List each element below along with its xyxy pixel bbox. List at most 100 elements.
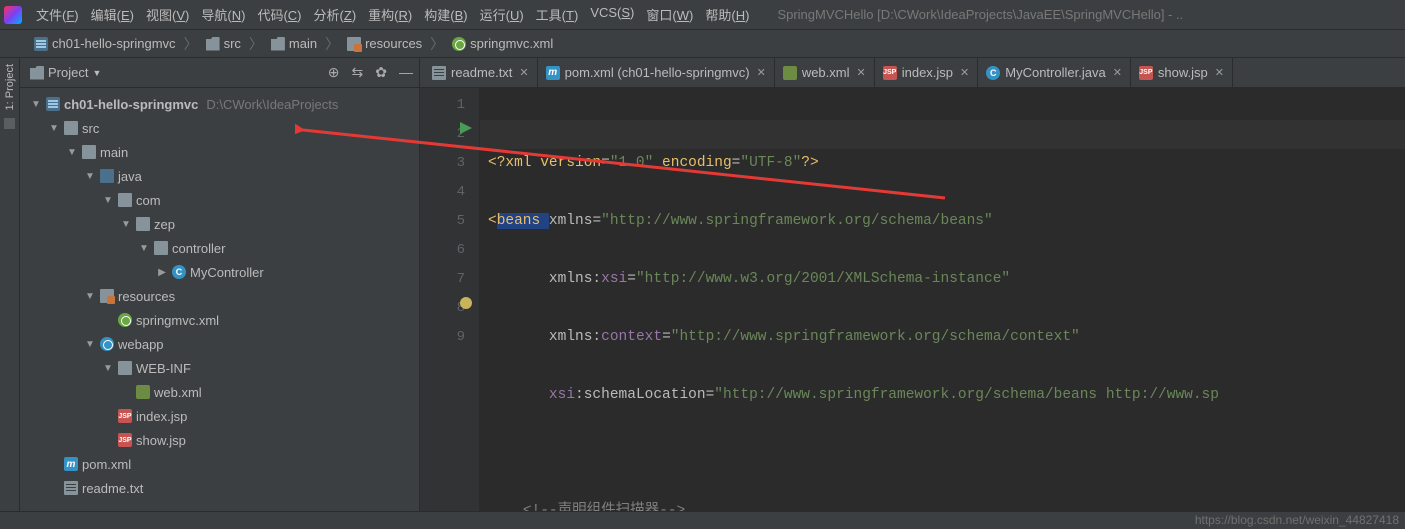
menu-分析[interactable]: 分析(Z) xyxy=(308,1,363,28)
tree-class-mycontroller[interactable]: ▶ C MyController xyxy=(26,260,419,284)
tree-file-web-xml[interactable]: ▶ web.xml xyxy=(26,380,419,404)
menu-构建[interactable]: 构建(B) xyxy=(418,1,473,28)
close-icon[interactable]: ✕ xyxy=(757,66,766,79)
tree-file-show-jsp[interactable]: ▶ JSP show.jsp xyxy=(26,428,419,452)
project-tool-button[interactable]: 1: Project xyxy=(4,64,16,110)
source-folder-icon xyxy=(100,169,114,183)
tree-folder-src[interactable]: ▼ src xyxy=(26,116,419,140)
editor-body[interactable]: 123456789 <?xml version="1.0" encoding="… xyxy=(420,88,1405,511)
chevron-right-icon: 〉 xyxy=(247,34,265,54)
menu-窗口[interactable]: 窗口(W) xyxy=(640,1,699,28)
menu-代码[interactable]: 代码(C) xyxy=(251,1,307,28)
breadcrumb-item[interactable]: resources xyxy=(343,34,426,53)
tree-pkg-controller[interactable]: ▼ controller xyxy=(26,236,419,260)
breadcrumb-item[interactable]: springmvc.xml xyxy=(448,34,557,53)
menu-运行[interactable]: 运行(U) xyxy=(474,1,530,28)
tree-folder-resources[interactable]: ▼ resources xyxy=(26,284,419,308)
tree-file-pom[interactable]: ▶ m pom.xml xyxy=(26,452,419,476)
tree-folder-java[interactable]: ▼ java xyxy=(26,164,419,188)
project-panel-title[interactable]: Project xyxy=(48,65,88,80)
jsp-icon: JSP xyxy=(1139,66,1153,80)
project-panel-header: Project ▼ ⊕ ⇆ ✿ — xyxy=(20,58,419,88)
code-editor[interactable]: <?xml version="1.0" encoding="UTF-8"?> <… xyxy=(480,88,1405,511)
menu-编辑[interactable]: 编辑(E) xyxy=(85,1,140,28)
tree-pkg-com[interactable]: ▼ com xyxy=(26,188,419,212)
tree-folder-webinf[interactable]: ▼ WEB-INF xyxy=(26,356,419,380)
structure-tool-icon[interactable] xyxy=(4,118,15,129)
menu-VCS[interactable]: VCS(S) xyxy=(584,1,640,28)
window-title: SpringMVCHello [D:\CWork\IdeaProjects\Ja… xyxy=(777,7,1183,22)
close-icon[interactable]: ✕ xyxy=(1215,66,1224,79)
menu-工具[interactable]: 工具(T) xyxy=(530,1,585,28)
tab-label: web.xml xyxy=(802,65,850,80)
tree-module-root[interactable]: ▼ ch01-hello-springmvc D:\CWork\IdeaProj… xyxy=(26,92,419,116)
menu-帮助[interactable]: 帮助(H) xyxy=(699,1,755,28)
package-icon xyxy=(118,193,132,207)
tree-folder-webapp[interactable]: ▼ webapp xyxy=(26,332,419,356)
tab-label: MyController.java xyxy=(1005,65,1105,80)
tree-file-springmvc-xml[interactable]: ▶ springmvc.xml xyxy=(26,308,419,332)
tree-file-index-jsp[interactable]: ▶ JSP index.jsp xyxy=(26,404,419,428)
close-icon[interactable]: ✕ xyxy=(1113,66,1122,79)
bean-gutter-icon[interactable] xyxy=(460,297,472,309)
text-file-icon xyxy=(64,481,78,495)
gear-icon[interactable]: ✿ xyxy=(375,64,387,81)
jsp-icon: JSP xyxy=(118,409,132,423)
project-tree[interactable]: ▼ ch01-hello-springmvc D:\CWork\IdeaProj… xyxy=(20,88,419,504)
chevron-down-icon[interactable]: ▼ xyxy=(92,68,101,78)
jsp-icon: JSP xyxy=(118,433,132,447)
xml-icon xyxy=(136,385,150,399)
folder-icon xyxy=(271,37,285,51)
package-icon xyxy=(154,241,168,255)
close-icon[interactable]: ✕ xyxy=(960,66,969,79)
chevron-right-icon: 〉 xyxy=(428,34,446,54)
breadcrumb-item[interactable]: src xyxy=(202,34,245,53)
project-view-icon xyxy=(30,66,44,80)
folder-icon xyxy=(82,145,96,159)
menu-视图[interactable]: 视图(V) xyxy=(140,1,195,28)
editor-tab[interactable]: JSPindex.jsp✕ xyxy=(875,58,979,87)
breadcrumb-item[interactable]: ch01-hello-springmvc xyxy=(30,34,180,53)
breadcrumb-item[interactable]: main xyxy=(267,34,321,53)
folder-res-icon xyxy=(347,37,361,51)
close-icon[interactable]: ✕ xyxy=(519,66,528,79)
tree-folder-main[interactable]: ▼ main xyxy=(26,140,419,164)
close-icon[interactable]: ✕ xyxy=(857,66,866,79)
txt-icon xyxy=(432,66,446,80)
editor-tab[interactable]: m pom.xml (ch01-hello-springmvc) ✕ xyxy=(538,58,775,87)
menu-文件[interactable]: 文件(F) xyxy=(30,1,85,28)
editor-tab[interactable]: web.xml ✕ xyxy=(775,58,875,87)
menu-导航[interactable]: 导航(N) xyxy=(195,1,251,28)
folder-icon xyxy=(206,37,220,51)
class-icon: C xyxy=(172,265,186,279)
folder-icon xyxy=(118,361,132,375)
tree-file-readme[interactable]: ▶ readme.txt xyxy=(26,476,419,500)
breadcrumb-bar: ch01-hello-springmvc〉src〉main〉resources〉… xyxy=(0,30,1405,58)
tool-window-strip: 1: Project xyxy=(0,58,20,511)
editor-tab[interactable]: C MyController.java ✕ xyxy=(978,58,1131,87)
chevron-right-icon: 〉 xyxy=(182,34,200,54)
hide-icon[interactable]: — xyxy=(399,64,413,81)
locate-icon[interactable]: ⊕ xyxy=(328,64,340,81)
project-panel: Project ▼ ⊕ ⇆ ✿ — ▼ ch01-hello-springmvc… xyxy=(20,58,420,511)
editor-area: readme.txt ✕ m pom.xml (ch01-hello-springmv… xyxy=(420,58,1405,511)
expand-icon[interactable]: ⇆ xyxy=(352,64,364,81)
maven-icon: m xyxy=(546,66,560,80)
run-gutter-icon[interactable] xyxy=(460,122,472,134)
resources-folder-icon xyxy=(100,289,114,303)
web-folder-icon xyxy=(100,337,114,351)
class-icon: C xyxy=(986,66,1000,80)
spring-config-icon xyxy=(118,313,132,327)
menu-重构[interactable]: 重构(R) xyxy=(362,1,418,28)
maven-icon: m xyxy=(64,457,78,471)
editor-tabs: readme.txt ✕ m pom.xml (ch01-hello-springmv… xyxy=(420,58,1405,88)
tab-label: readme.txt xyxy=(451,65,512,80)
editor-tab[interactable]: JSP show.jsp ✕ xyxy=(1131,58,1233,87)
webxml-icon xyxy=(783,66,797,80)
editor-tab[interactable]: readme.txt ✕ xyxy=(424,58,538,87)
tab-label: show.jsp xyxy=(1158,65,1208,80)
spring-icon xyxy=(452,37,466,51)
tree-pkg-zep[interactable]: ▼ zep xyxy=(26,212,419,236)
tab-label: pom.xml (ch01-hello-springmvc) xyxy=(565,65,750,80)
tab-label: index.jsp xyxy=(902,65,953,80)
